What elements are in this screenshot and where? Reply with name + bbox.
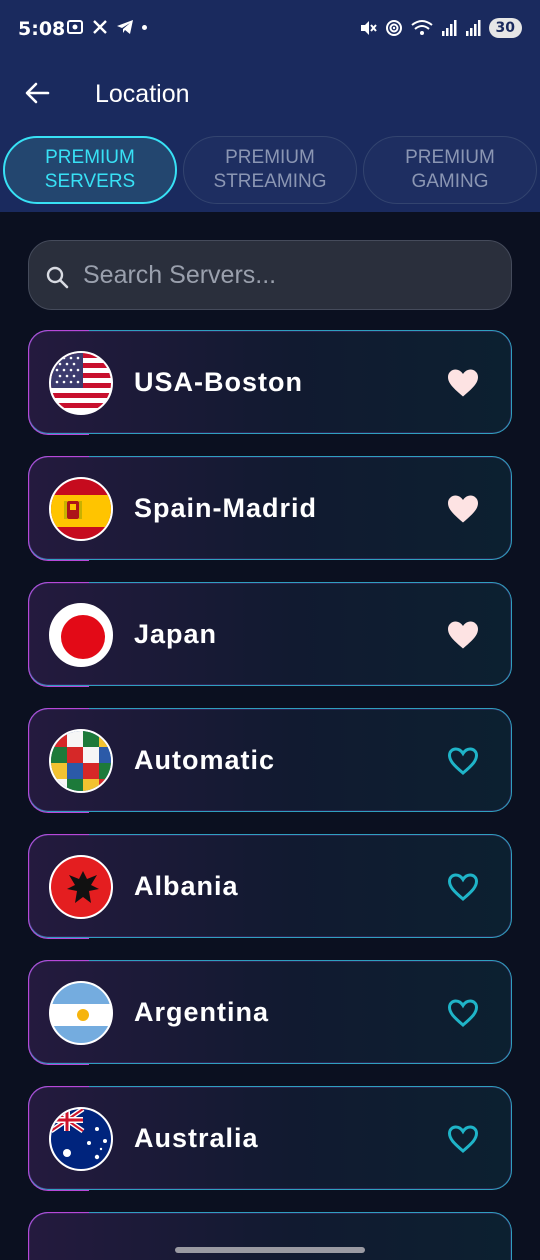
search-icon — [46, 266, 69, 289]
title-bar: Location — [0, 60, 540, 130]
server-category-tabs: PREMIUM SERVERS PREMIUM STREAMING PREMIUM G… — [0, 136, 540, 206]
server-item-usa-boston[interactable]: USA-Boston — [27, 329, 512, 435]
tab-label-line2: STREAMING — [213, 171, 327, 192]
usa-flag — [49, 351, 113, 415]
status-bar: 5:08 30 — [0, 0, 540, 60]
tab-label-line2: GAMING — [411, 171, 489, 192]
battery-indicator: 30 — [488, 18, 522, 38]
tab-premium-streaming[interactable]: PREMIUM STREAMING — [183, 136, 357, 204]
status-time: 5:08 — [18, 18, 66, 40]
x-icon — [93, 20, 107, 34]
heart-outline-icon[interactable] — [445, 1121, 481, 1157]
tab-label-line1: PREMIUM — [405, 147, 495, 168]
server-item-automatic[interactable]: Automatic — [27, 707, 512, 813]
server-name: Automatic — [134, 745, 276, 775]
dot-icon — [142, 24, 147, 30]
tab-label: PREMIUM SERVERS — [45, 146, 135, 194]
server-item-spain-madrid[interactable]: Spain-Madrid — [27, 455, 512, 561]
server-name: Japan — [134, 619, 218, 649]
screenshot-icon — [67, 20, 83, 34]
app-header: 5:08 30 Location PREMIUM SERVERS PREMIUM S… — [0, 0, 540, 212]
wifi-icon — [410, 20, 433, 35]
server-name: Albania — [134, 871, 239, 901]
japan-flag — [49, 603, 113, 667]
heart-outline-icon[interactable] — [445, 869, 481, 905]
signal-icon — [441, 20, 457, 36]
tab-premium-gaming[interactable]: PREMIUM GAMING — [363, 136, 537, 204]
world-flags-icon — [49, 729, 113, 793]
mute-icon — [360, 21, 377, 35]
albania-flag — [49, 855, 113, 919]
heart-outline-icon[interactable] — [445, 743, 481, 779]
server-name: Argentina — [134, 997, 270, 1027]
server-item-australia[interactable]: Australia — [27, 1085, 512, 1191]
tab-label-line2: SERVERS — [44, 171, 136, 192]
server-name: Spain-Madrid — [134, 493, 318, 523]
search-bar — [28, 240, 512, 310]
australia-flag — [49, 1107, 113, 1171]
tab-label-line1: PREMIUM — [45, 147, 135, 168]
back-button[interactable] — [22, 78, 52, 108]
argentina-flag — [49, 981, 113, 1045]
tab-premium-servers[interactable]: PREMIUM SERVERS — [3, 136, 177, 204]
search-input[interactable] — [83, 253, 483, 297]
heart-filled-icon[interactable] — [445, 365, 481, 401]
page-title: Location — [95, 80, 190, 108]
spain-flag — [49, 477, 113, 541]
server-name: USA-Boston — [134, 367, 303, 397]
heart-outline-icon[interactable] — [445, 995, 481, 1031]
heart-filled-icon[interactable] — [445, 491, 481, 527]
tab-label: PREMIUM GAMING — [405, 146, 495, 194]
home-indicator[interactable] — [175, 1247, 365, 1253]
status-left-icons — [66, 18, 147, 36]
status-right-icons: 30 — [359, 18, 522, 38]
tab-label-line1: PREMIUM — [225, 147, 315, 168]
server-item-albania[interactable]: Albania — [27, 833, 512, 939]
hotspot-icon — [385, 20, 402, 36]
signal-icon — [465, 20, 481, 36]
tab-label: PREMIUM STREAMING — [214, 146, 327, 194]
heart-filled-icon[interactable] — [445, 617, 481, 653]
server-name: Australia — [134, 1123, 259, 1153]
server-item-argentina[interactable]: Argentina — [27, 959, 512, 1065]
server-item-japan[interactable]: Japan — [27, 581, 512, 687]
telegram-icon — [117, 20, 133, 34]
